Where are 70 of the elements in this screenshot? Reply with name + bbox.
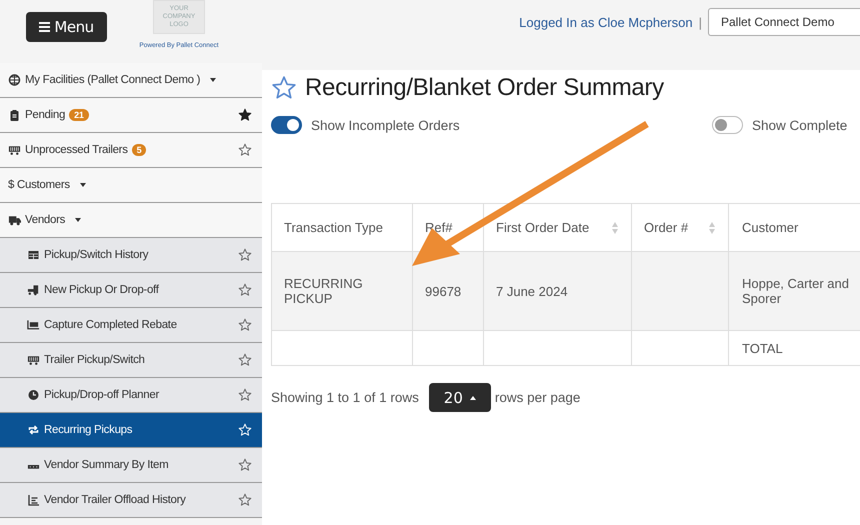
pagination-label: rows per page <box>494 390 580 405</box>
item-label: Capture Completed Rebate <box>44 319 177 331</box>
toggle-label: Show Incomplete Orders <box>311 118 460 132</box>
sidebar-item[interactable]: Pickup/Drop-off Planner <box>0 378 262 413</box>
sort-icon <box>611 220 619 234</box>
item-label: Pickup/Switch History <box>44 249 148 261</box>
pagination-info: Showing 1 to 1 of 1 rows <box>271 390 419 405</box>
column-header[interactable]: First Order Date <box>484 204 632 252</box>
item-label: Pickup/Drop-off Planner <box>44 389 159 401</box>
toggle-switch[interactable] <box>712 116 743 134</box>
trailer-icon <box>8 144 21 156</box>
item-label: My Facilities (Pallet Connect Demo ) <box>25 74 200 86</box>
toggle-label: Show Complete <box>752 118 848 132</box>
star-icon[interactable] <box>238 108 252 122</box>
cart-icon <box>27 319 40 331</box>
sidebar-item[interactable]: Pickup/Switch History <box>0 238 262 273</box>
item-label: New Pickup Or Drop-off <box>44 284 159 296</box>
table-icon <box>27 249 40 261</box>
sidebar-item[interactable]: New Pickup Or Drop-off <box>0 273 262 308</box>
clock-icon <box>27 389 40 401</box>
item-label: Unprocessed Trailers <box>25 144 128 156</box>
page-title: Recurring/Blanket Order Summary <box>305 74 664 102</box>
star-icon[interactable] <box>271 75 297 101</box>
count-badge: 21 <box>69 109 89 121</box>
sidebar-item[interactable]: Vendor Summary By Item <box>0 448 262 483</box>
item-label: $ Customers <box>8 179 70 191</box>
item-label: Pending <box>25 109 66 121</box>
globe-icon <box>8 74 21 86</box>
caret-icon <box>210 78 216 82</box>
table-cell: TOTAL <box>742 340 783 356</box>
sidebar-item[interactable]: Capture Completed Rebate <box>0 308 262 343</box>
item-label: Vendor Summary By Item <box>44 459 168 471</box>
repeat-icon <box>27 424 40 436</box>
item-label: Recurring Pickups <box>44 424 132 436</box>
toggle-switch[interactable] <box>271 116 302 134</box>
item-label: Trailer Pickup/Switch <box>44 354 145 366</box>
page-size-button[interactable]: 20 <box>428 383 491 412</box>
menu-button[interactable]: Menu <box>26 12 107 42</box>
star-icon[interactable] <box>238 143 252 157</box>
sort-icon <box>708 220 716 234</box>
trailer-icon <box>27 354 40 366</box>
item-label: Vendor Trailer Offload History <box>44 494 186 506</box>
star-icon[interactable] <box>238 493 252 507</box>
list-icon <box>27 494 40 506</box>
caret-icon <box>75 218 82 222</box>
user-link[interactable]: Logged In as Cloe Mcpherson <box>519 14 693 30</box>
table-cell: Hoppe, Carter and Sporer <box>742 276 849 306</box>
caret-icon <box>470 396 476 400</box>
star-icon[interactable] <box>238 248 252 262</box>
count-badge: 5 <box>132 144 146 156</box>
column-header: Transaction Type <box>272 204 412 252</box>
table-cell: 7 June 2024 <box>496 284 568 298</box>
sidebar-item[interactable]: Recurring Pickups <box>0 413 262 448</box>
table-cell: 99678 <box>425 284 462 298</box>
caret-icon <box>80 183 86 187</box>
sidebar-item[interactable]: Trailer Pickup/Switch <box>0 343 262 378</box>
clipboard-icon <box>8 109 21 121</box>
item-label: Vendors <box>25 214 66 226</box>
table-cell: RECURRING PICKUP <box>284 276 363 306</box>
company-select[interactable]: Pallet Connect Demo <box>708 8 860 36</box>
column-header[interactable]: Order # <box>632 204 728 252</box>
star-icon[interactable] <box>238 353 252 367</box>
separator: | <box>698 14 702 30</box>
truck-icon <box>8 214 21 226</box>
star-icon[interactable] <box>238 458 252 472</box>
star-icon[interactable] <box>238 318 252 332</box>
sidebar-item[interactable]: Vendor Trailer Offload History <box>0 483 262 518</box>
forklift-icon <box>27 284 40 296</box>
star-icon[interactable] <box>238 283 252 297</box>
star-icon[interactable] <box>238 388 252 402</box>
